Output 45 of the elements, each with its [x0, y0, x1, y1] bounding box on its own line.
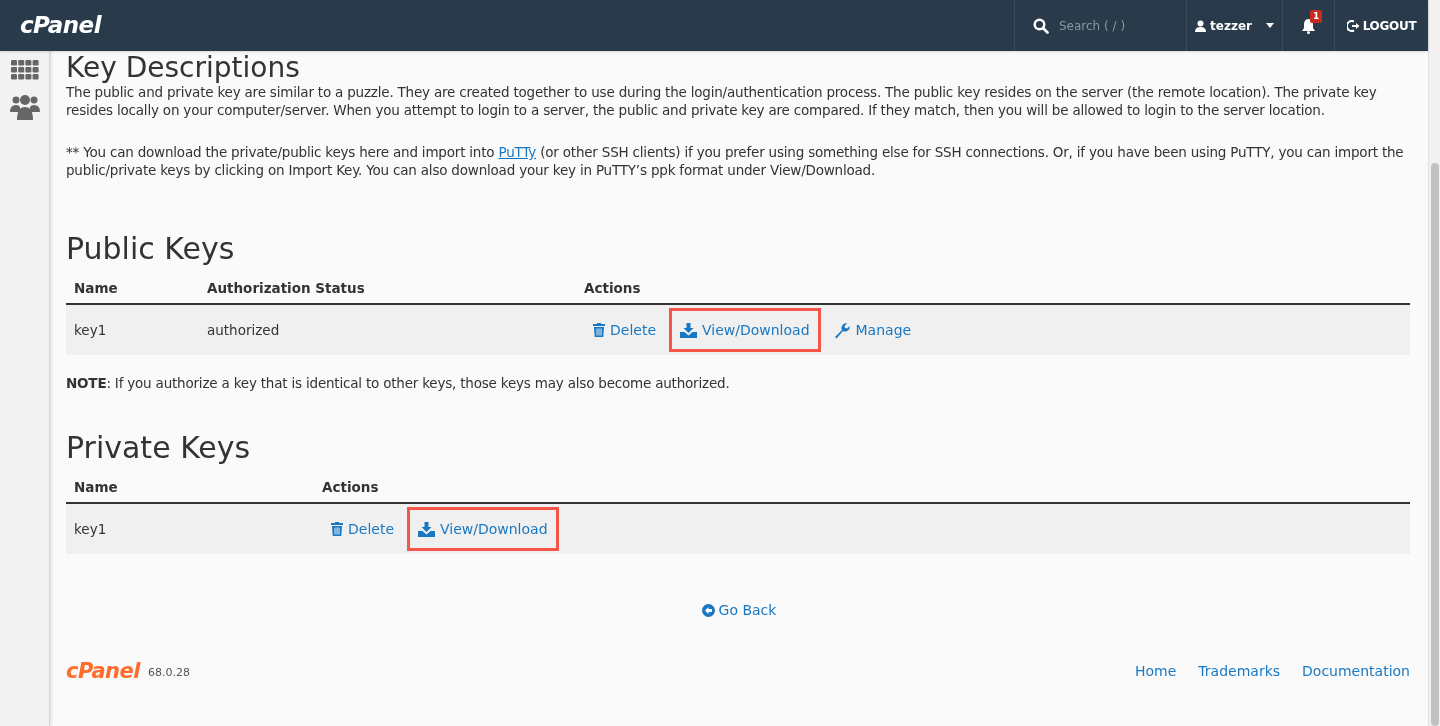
authorization-note: NOTE: If you authorize a key that is identical to other keys, those keys may also become authorized.	[66, 374, 731, 392]
view-download-link[interactable]: View/Download	[669, 308, 821, 352]
section-heading: Public Keys	[66, 231, 236, 267]
logout-icon	[1346, 19, 1360, 32]
download-icon	[680, 322, 697, 338]
bell-icon	[1301, 17, 1316, 34]
footer-link[interactable]: Trademarks	[1198, 661, 1281, 683]
user-icon	[1195, 19, 1207, 32]
column-header: Actions	[321, 477, 379, 497]
notification-badge: 1	[1310, 10, 1323, 23]
delete-link[interactable]: Delete	[320, 507, 405, 551]
logo[interactable]: cPanel	[20, 8, 101, 43]
table-cell-text: key1	[73, 320, 108, 340]
delete-link[interactable]: Delete	[582, 308, 667, 352]
search-field[interactable]: Search ( / )	[1059, 16, 1169, 35]
download-icon	[418, 521, 435, 537]
go-back-link[interactable]: Go Back	[701, 600, 777, 621]
column-header: Actions	[583, 278, 641, 298]
table-cell-text: authorized	[206, 320, 281, 340]
footer-link[interactable]: Documentation	[1302, 661, 1410, 683]
user-menu[interactable]: tezzer	[1186, 0, 1282, 51]
manage-link[interactable]: Manage	[822, 308, 923, 352]
putty-link[interactable]: PuTTy	[498, 144, 537, 160]
section-heading: Private Keys	[66, 430, 252, 466]
footer-link[interactable]: Home	[1135, 661, 1177, 683]
import-note: ** You can download the private/public keys here and import into PuTTy (or other SSH clients) if you prefer using something else for SSH connections. Or, if you have been using PuTTY, you can import the public/private keys by clicking on Import Key. You can also download your key in PuTTY’s ppk format under View/Download.	[66, 143, 1405, 179]
back-arrow-icon	[701, 604, 715, 617]
table-cell-text: key1	[73, 519, 108, 539]
trash-icon	[331, 522, 343, 536]
section-heading: Key Descriptions	[66, 53, 300, 83]
notifications-button[interactable]: 1	[1282, 0, 1334, 51]
search-icon	[1033, 17, 1049, 34]
column-header: Name	[73, 477, 119, 497]
scrollbar-thumb[interactable]	[1431, 163, 1439, 726]
footer-logo: cPanel	[66, 658, 140, 685]
description-paragraph: The public and private key are similar to a puzzle. They are created together to use during the login/authentication process. The public key resides on the server (the remote location). The private key resides locally on your computer/server. When you attempt to login to a server, the public and private key are compared. If they match, then you will be allowed to login to the server location.	[66, 83, 1378, 119]
wrench-icon	[833, 321, 851, 339]
column-header: Name	[73, 278, 119, 298]
caret-icon	[1265, 23, 1274, 28]
grid-icon[interactable]	[10, 60, 39, 80]
users-icon[interactable]	[9, 94, 40, 120]
column-header: Authorization Status	[206, 278, 366, 298]
view-download-link[interactable]: View/Download	[407, 507, 559, 551]
version-label: 68.0.28	[147, 664, 190, 681]
trash-icon	[593, 323, 605, 337]
